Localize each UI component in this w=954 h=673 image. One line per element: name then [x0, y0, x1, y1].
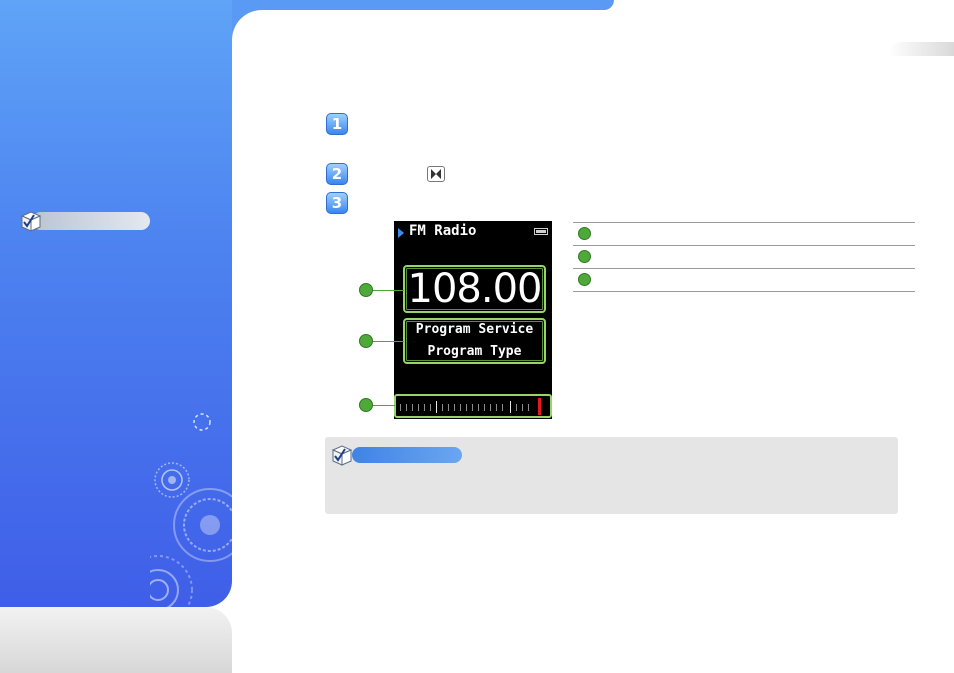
legend-row [573, 222, 915, 246]
program-service-label: Program Service [415, 322, 534, 337]
legend-row [573, 246, 915, 269]
program-info-display: Program Service Program Type [403, 318, 546, 364]
callout-tuner-leader [373, 405, 395, 406]
bowtie-button-icon [427, 166, 445, 182]
tuner-position-marker [538, 398, 541, 415]
program-type-label: Program Type [427, 344, 522, 359]
frequency-value: 108.00 [407, 266, 543, 312]
side-footer-tab [0, 607, 232, 673]
tuner-scale [394, 394, 552, 418]
concentric-circles-icon [150, 413, 232, 607]
callout-frequency-leader [373, 290, 404, 291]
page-tab [888, 42, 954, 56]
header-band [232, 0, 614, 10]
play-arrow-icon [398, 228, 404, 238]
callout-legend-table [573, 222, 915, 292]
legend-row [573, 269, 915, 292]
callout-frequency [359, 283, 373, 297]
checkbox-cube-icon [331, 445, 353, 466]
checkbox-cube-icon [20, 211, 42, 232]
callout-program-info [359, 334, 373, 348]
step-3-badge: 3 [326, 192, 348, 214]
note-title-bar [352, 447, 462, 463]
side-note-bar [32, 212, 150, 230]
device-title: FM Radio [409, 223, 477, 239]
step-2-badge: 2 [326, 163, 348, 185]
legend-dot [578, 227, 591, 240]
step-1-badge: 1 [326, 113, 348, 135]
side-panel [0, 0, 232, 607]
callout-tuner [359, 398, 373, 412]
frequency-display: 108.00 [403, 265, 546, 313]
legend-dot [578, 250, 591, 263]
battery-icon [534, 228, 548, 235]
legend-dot [578, 273, 591, 286]
callout-program-info-leader [373, 341, 404, 342]
